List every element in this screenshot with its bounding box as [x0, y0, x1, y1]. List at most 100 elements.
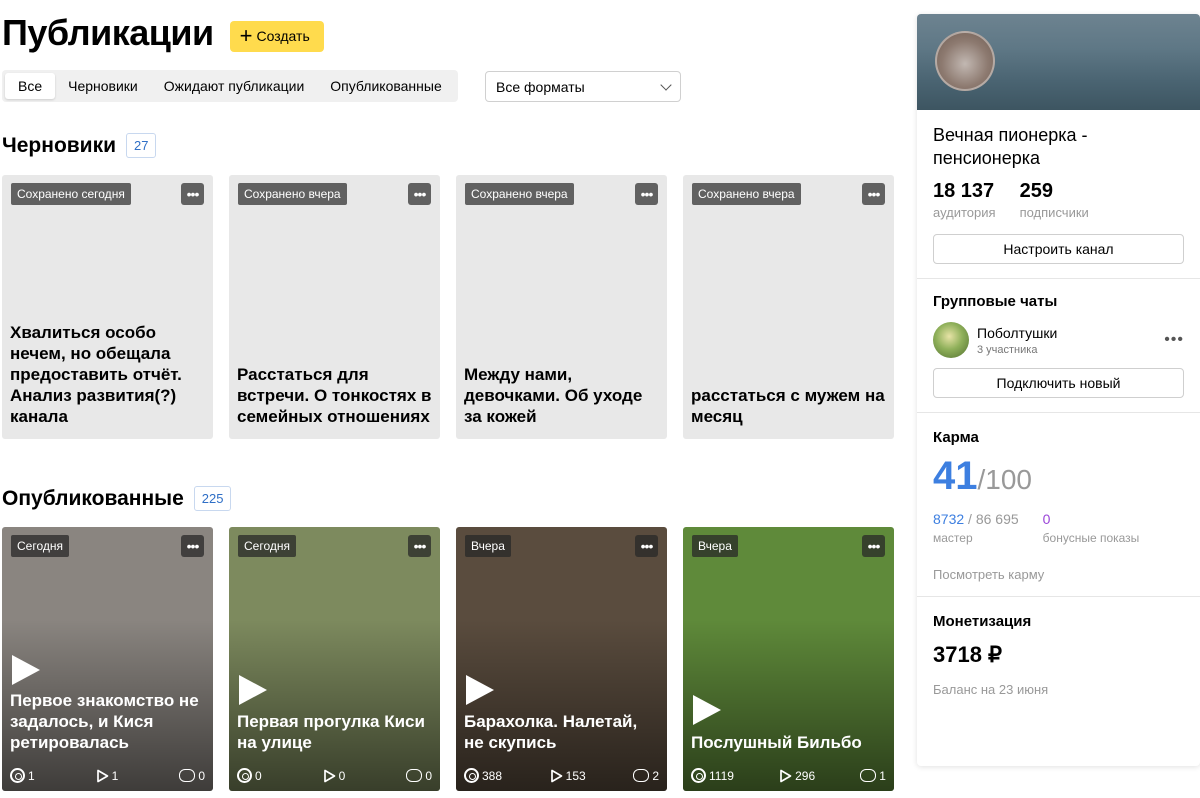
- publications-page: Публикации + Создать Все Черновики Ожида…: [0, 0, 1200, 798]
- published-header: Опубликованные 225: [2, 486, 232, 511]
- page-header: Публикации + Создать: [2, 12, 324, 54]
- card-title: Барахолка. Налетай, не скупись: [464, 712, 638, 752]
- balance-date: Баланс на 23 июня: [933, 682, 1049, 697]
- create-button-label: Создать: [256, 28, 310, 44]
- published-card[interactable]: Сегодня ••• Первое знакомство не задалос…: [2, 527, 213, 791]
- card-stats: 1119 296 1: [691, 768, 886, 783]
- drafts-count-badge: 27: [126, 133, 157, 158]
- card-stats: 0 0 0: [237, 768, 432, 783]
- chat-item[interactable]: Поболтушки 3 участника •••: [933, 322, 1184, 358]
- plays-count: 296: [795, 768, 816, 783]
- play-icon[interactable]: [466, 675, 494, 705]
- chevron-down-icon: [660, 78, 672, 91]
- create-button[interactable]: + Создать: [229, 20, 324, 52]
- plays-count: 1: [111, 768, 119, 783]
- published-card[interactable]: Вчера ••• Послушный Бильбо 1119 296 1: [683, 527, 894, 791]
- tab-pending[interactable]: Ожидают публикации: [151, 73, 318, 99]
- tab-published[interactable]: Опубликованные: [317, 73, 454, 99]
- karma-score: 41 /100: [933, 454, 1184, 499]
- views-icon: [10, 768, 25, 783]
- comments-count: 2: [652, 768, 659, 783]
- karma-title: Карма: [933, 429, 979, 446]
- draft-card[interactable]: Сохранено вчера ••• Расстаться для встре…: [229, 175, 440, 439]
- card-saved-label: Сохранено вчера: [465, 183, 574, 205]
- views-count: 0: [255, 768, 262, 783]
- views-icon: [691, 768, 706, 783]
- more-icon[interactable]: •••: [1164, 331, 1184, 349]
- draft-card[interactable]: Сохранено вчера ••• Между нами, девочкам…: [456, 175, 667, 439]
- monetization-amount: 3718 ₽: [933, 642, 1003, 667]
- card-stats: 388 153 2: [464, 768, 659, 783]
- card-title: Первое знакомство не задалось, и Кися ре…: [10, 691, 199, 752]
- channel-cover: [917, 14, 1200, 110]
- views-count: 1119: [709, 768, 734, 783]
- karma-max: /100: [977, 464, 1033, 495]
- card-stats: 1 1 0: [10, 768, 205, 783]
- more-icon[interactable]: •••: [408, 183, 431, 205]
- more-icon[interactable]: •••: [408, 535, 431, 557]
- card-saved-label: Сохранено сегодня: [11, 183, 131, 205]
- card-title: Хвалиться особо нечем, но обещала предос…: [10, 323, 182, 426]
- comments-count: 0: [198, 768, 205, 783]
- master-value: 8732 / 86 695: [933, 511, 1019, 527]
- bonus-label: бонусные показы: [1042, 531, 1140, 545]
- plays-count: 0: [338, 768, 346, 783]
- connect-chat-button[interactable]: Подключить новый: [933, 368, 1184, 398]
- tab-drafts[interactable]: Черновики: [55, 73, 151, 99]
- karma-details: 8732 / 86 695 мастер 0 бонусные показы: [933, 511, 1184, 545]
- play-icon[interactable]: [693, 695, 721, 725]
- channel-stats: 18 137 аудитория 259 подписчики: [933, 180, 1184, 220]
- monetization-section: Монетизация 3718 ₽ Баланс на 23 июня: [917, 597, 1200, 697]
- views-icon: [464, 768, 479, 783]
- published-card[interactable]: Вчера ••• Барахолка. Налетай, не скупись…: [456, 527, 667, 791]
- comments-count: 1: [879, 768, 886, 783]
- comments-icon: [406, 769, 423, 782]
- plays-icon: [550, 769, 563, 782]
- more-icon[interactable]: •••: [181, 535, 204, 557]
- comments-icon: [179, 769, 196, 782]
- card-title: Расстаться для встречи. О тонкостях в се…: [237, 365, 432, 426]
- master-label: мастер: [933, 531, 973, 545]
- card-saved-label: Сохранено вчера: [238, 183, 347, 205]
- format-select[interactable]: Все форматы: [485, 71, 681, 102]
- audience-value: 18 137: [933, 180, 995, 202]
- configure-channel-button[interactable]: Настроить канал: [933, 234, 1184, 264]
- published-count-badge: 225: [193, 486, 232, 511]
- channel-name[interactable]: Вечная пионерка - пенсионерка: [933, 124, 1184, 170]
- more-icon[interactable]: •••: [181, 183, 204, 205]
- card-title: Между нами, девочками. Об уходе за кожей: [464, 365, 643, 426]
- plays-count: 153: [565, 768, 586, 783]
- drafts-header: Черновики 27: [2, 133, 157, 158]
- card-date-label: Сегодня: [238, 535, 296, 557]
- card-date-label: Сегодня: [11, 535, 69, 557]
- more-icon[interactable]: •••: [862, 183, 885, 205]
- avatar[interactable]: [935, 31, 995, 91]
- published-card[interactable]: Сегодня ••• Первая прогулка Киси на улиц…: [229, 527, 440, 791]
- monetization-title: Монетизация: [933, 613, 1032, 630]
- views-count: 388: [482, 768, 503, 783]
- chat-name: Поболтушки: [977, 324, 1058, 341]
- chat-members: 3 участника: [977, 343, 1038, 356]
- card-title: Первая прогулка Киси на улице: [237, 712, 425, 752]
- tab-all[interactable]: Все: [5, 73, 56, 99]
- more-icon[interactable]: •••: [635, 183, 658, 205]
- subscribers-label: подписчики: [1019, 205, 1089, 220]
- page-title: Публикации: [2, 12, 214, 53]
- plus-icon: +: [239, 23, 253, 48]
- publication-tabs: Все Черновики Ожидают публикации Опублик…: [2, 70, 458, 102]
- comments-count: 0: [425, 768, 432, 783]
- comments-icon: [633, 769, 650, 782]
- draft-card[interactable]: Сохранено вчера ••• расстаться с мужем н…: [683, 175, 894, 439]
- play-icon[interactable]: [239, 675, 267, 705]
- more-icon[interactable]: •••: [862, 535, 885, 557]
- view-karma-link[interactable]: Посмотреть карму: [933, 567, 1184, 582]
- plays-icon: [323, 769, 336, 782]
- card-title: расстаться с мужем на месяц: [691, 386, 885, 426]
- card-title: Послушный Бильбо: [691, 733, 862, 752]
- channel-sidebar: Вечная пионерка - пенсионерка 18 137 ауд…: [917, 14, 1200, 766]
- drafts-title: Черновики: [2, 133, 117, 157]
- play-icon[interactable]: [12, 655, 40, 685]
- views-count: 1: [28, 768, 35, 783]
- more-icon[interactable]: •••: [635, 535, 658, 557]
- draft-card[interactable]: Сохранено сегодня ••• Хвалиться особо не…: [2, 175, 213, 439]
